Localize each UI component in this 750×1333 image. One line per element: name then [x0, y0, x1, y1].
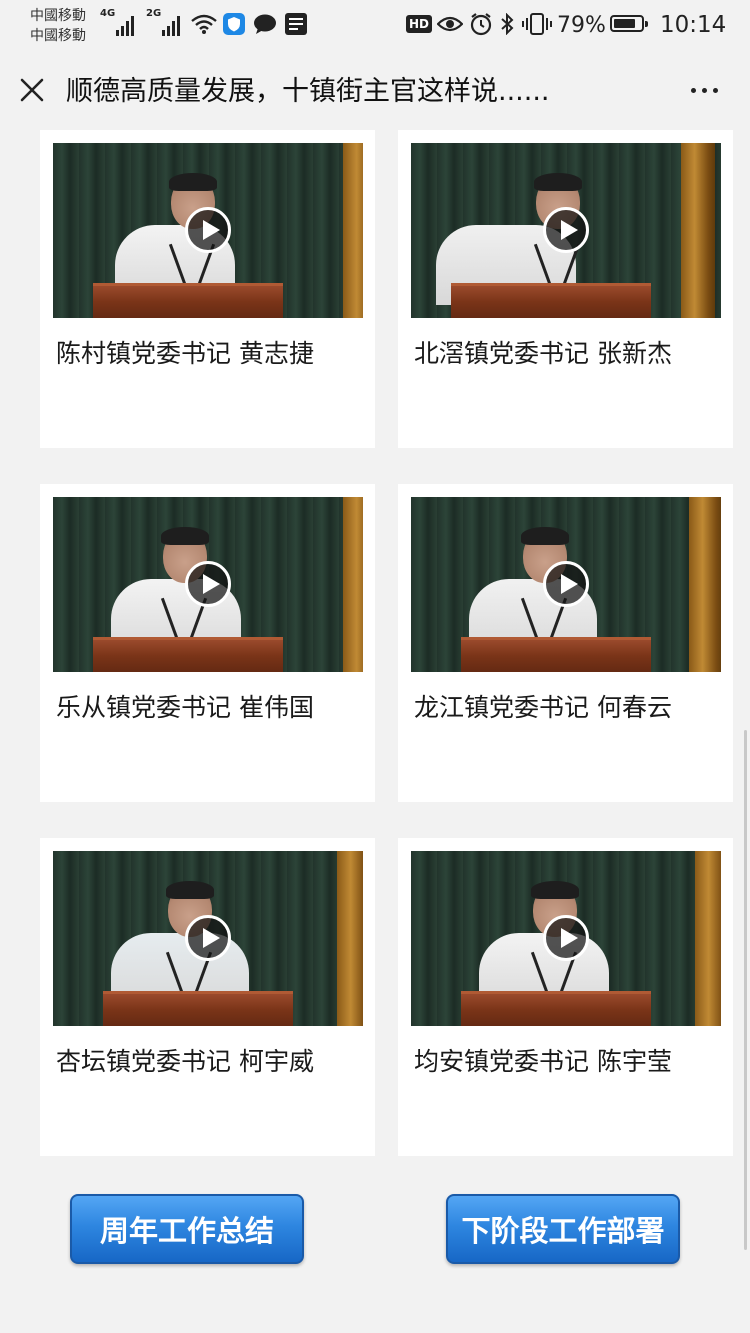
video-card[interactable]: 均安镇党委书记 陈宇莹 [398, 838, 733, 1156]
vibrate-icon [520, 13, 554, 35]
more-dot-icon [701, 87, 707, 93]
alarm-icon [468, 13, 494, 36]
video-card[interactable]: 乐从镇党委书记 崔伟国 [40, 484, 375, 802]
play-icon[interactable] [185, 915, 231, 961]
battery-icon [610, 15, 648, 32]
more-options-button[interactable] [680, 72, 728, 108]
video-card[interactable]: 龙江镇党委书记 何春云 [398, 484, 733, 802]
hd-icon: HD [404, 13, 434, 35]
carrier-1-label: 中國移動 [30, 8, 86, 24]
carrier-2-label: 中國移動 [30, 28, 86, 44]
video-card[interactable]: 陈村镇党委书记 黄志捷 [40, 130, 375, 448]
eye-comfort-icon [436, 13, 464, 35]
play-icon[interactable] [543, 915, 589, 961]
battery-percent: 79% [557, 13, 606, 38]
scrollbar[interactable] [744, 730, 747, 1250]
video-card[interactable]: 北滘镇党委书记 张新杰 [398, 130, 733, 448]
video-thumbnail[interactable] [53, 143, 363, 318]
video-thumbnail[interactable] [411, 851, 721, 1026]
chat-icon [252, 13, 278, 35]
more-dot-icon [690, 87, 696, 93]
status-time: 10:14 [660, 12, 727, 38]
play-icon[interactable] [185, 561, 231, 607]
video-thumbnail[interactable] [53, 851, 363, 1026]
annual-summary-button[interactable]: 周年工作总结 [70, 1194, 304, 1264]
video-thumbnail[interactable] [411, 497, 721, 672]
video-caption: 乐从镇党委书记 崔伟国 [56, 693, 314, 722]
video-thumbnail[interactable] [53, 497, 363, 672]
shield-app-icon [222, 13, 246, 35]
sim2-network-label: 2G [146, 8, 162, 19]
next-stage-button[interactable]: 下阶段工作部署 [446, 1194, 680, 1264]
video-thumbnail[interactable] [411, 143, 721, 318]
video-caption: 均安镇党委书记 陈宇莹 [414, 1047, 672, 1076]
play-icon[interactable] [543, 561, 589, 607]
hd-label: HD [405, 15, 432, 33]
more-dot-icon [712, 87, 718, 93]
page-title: 顺德高质量发展，十镇街主官这样说...... [66, 76, 550, 107]
wifi-icon [190, 13, 218, 35]
video-caption: 北滘镇党委书记 张新杰 [414, 339, 672, 368]
video-card[interactable]: 杏坛镇党委书记 柯宇威 [40, 838, 375, 1156]
close-button[interactable] [14, 72, 50, 108]
battery-fill [614, 19, 635, 28]
video-caption: 杏坛镇党委书记 柯宇威 [56, 1047, 314, 1076]
sim1-signal-icon: 4G [100, 8, 140, 36]
play-icon[interactable] [543, 207, 589, 253]
bluetooth-icon [498, 13, 516, 35]
play-icon[interactable] [185, 207, 231, 253]
sim2-signal-icon: 2G [146, 8, 186, 36]
nav-bar: 顺德高质量发展，十镇街主官这样说...... [0, 52, 750, 130]
carrier-labels: 中國移動 中國移動 [30, 6, 86, 46]
video-caption: 陈村镇党委书记 黄志捷 [56, 339, 314, 368]
video-caption: 龙江镇党委书记 何春云 [414, 693, 672, 722]
close-icon [20, 78, 44, 102]
news-app-icon [284, 13, 308, 35]
sim1-network-label: 4G [100, 8, 116, 19]
status-bar: 中國移動 中國移動 4G 2G HD 79% 10:14 [0, 0, 750, 52]
